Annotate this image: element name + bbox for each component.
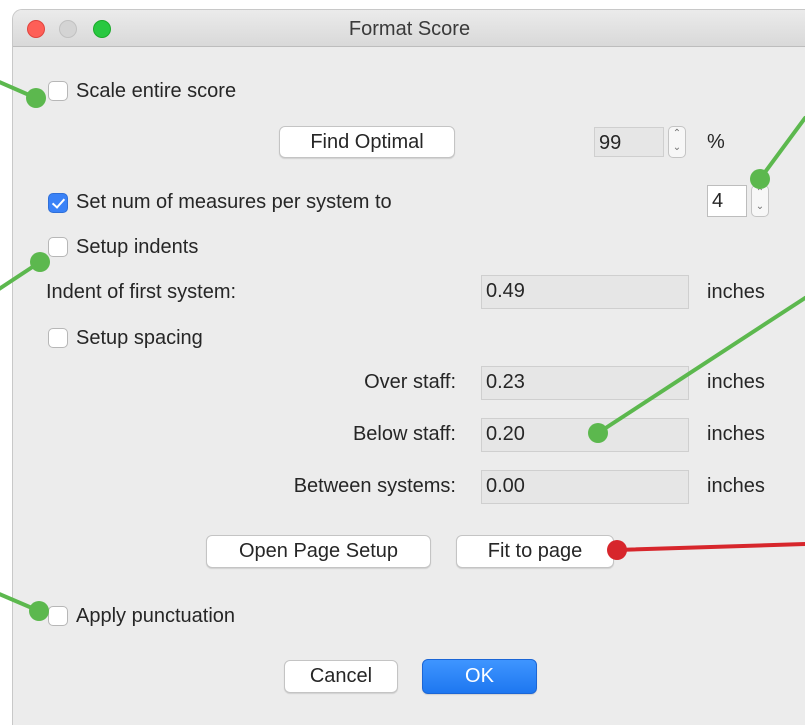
over-staff-field[interactable]: 0.23 (481, 366, 689, 400)
find-optimal-button[interactable]: Find Optimal (279, 126, 455, 158)
below-staff-field[interactable]: 0.20 (481, 418, 689, 452)
between-systems-label: Between systems: (293, 475, 456, 497)
stepper-up-icon[interactable]: ⌃ (752, 186, 768, 200)
below-staff-label: Below staff: (352, 423, 456, 445)
setup-spacing-label: Setup spacing (76, 327, 203, 349)
scale-entire-score-label: Scale entire score (76, 80, 237, 102)
setup-indents-label: Setup indents (76, 236, 199, 258)
setup-indents-checkbox[interactable] (48, 237, 68, 257)
ok-button[interactable]: OK (422, 659, 537, 694)
cancel-button[interactable]: Cancel (284, 660, 398, 693)
between-systems-field[interactable]: 0.00 (481, 470, 689, 504)
indent-unit-label: inches (707, 281, 765, 303)
apply-punctuation-checkbox[interactable] (48, 606, 68, 626)
below-staff-unit-label: inches (707, 423, 765, 445)
title-bar: Format Score (13, 10, 805, 47)
between-systems-unit-label: inches (707, 475, 765, 497)
indent-first-system-field[interactable]: 0.49 (481, 275, 689, 309)
scale-entire-score-checkbox[interactable] (48, 81, 68, 101)
measures-per-system-checkbox[interactable] (48, 193, 68, 213)
measures-per-system-stepper[interactable]: ⌃ ⌄ (751, 185, 769, 217)
apply-punctuation-label: Apply punctuation (76, 605, 236, 627)
over-staff-label: Over staff: (364, 371, 456, 393)
setup-spacing-checkbox[interactable] (48, 328, 68, 348)
scale-percent-stepper[interactable]: ⌃ ⌄ (668, 126, 686, 158)
fit-to-page-button[interactable]: Fit to page (456, 535, 614, 568)
stepper-down-icon[interactable]: ⌄ (752, 200, 768, 214)
measures-per-system-field[interactable]: 4 (707, 185, 747, 217)
measures-per-system-label: Set num of measures per system to (76, 191, 392, 213)
indent-first-system-label: Indent of first system: (46, 281, 237, 303)
window-title: Format Score (348, 18, 471, 40)
stepper-up-icon[interactable]: ⌃ (669, 127, 685, 141)
stepper-down-icon[interactable]: ⌄ (669, 141, 685, 155)
over-staff-unit-label: inches (707, 371, 765, 393)
percent-unit-label: % (707, 131, 725, 153)
open-page-setup-button[interactable]: Open Page Setup (206, 535, 431, 568)
scale-percent-field[interactable]: 99 (594, 127, 664, 157)
